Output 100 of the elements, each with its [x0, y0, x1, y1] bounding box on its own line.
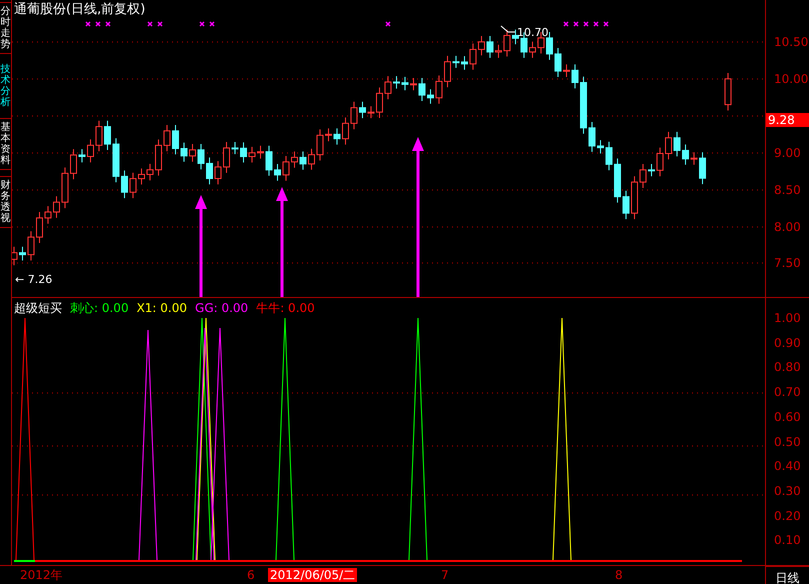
- axis-label: 0.50: [774, 436, 801, 448]
- candle: [282, 155, 290, 182]
- candle: [495, 44, 502, 58]
- candle: [325, 128, 332, 142]
- candle: [597, 140, 604, 154]
- candle: [690, 152, 698, 166]
- candle: [350, 101, 358, 130]
- axis-label: 8.50: [774, 184, 801, 196]
- candle: [44, 206, 52, 224]
- candle: [512, 29, 519, 45]
- candle: [257, 145, 264, 160]
- candle: [724, 72, 732, 112]
- candle: [631, 176, 638, 220]
- sidebar-tab[interactable]: 分时走势: [0, 2, 11, 54]
- period-label: 日线: [765, 565, 809, 584]
- axis-label: 10.00: [774, 73, 808, 85]
- candle: [529, 41, 536, 58]
- candle: [606, 141, 612, 171]
- candle: [436, 75, 442, 104]
- candle: [418, 77, 426, 102]
- candle: [300, 151, 306, 170]
- axis-label: 0.30: [774, 484, 801, 497]
- candle: [368, 106, 374, 119]
- candle: [266, 145, 272, 176]
- candle: [78, 148, 86, 163]
- candle: [640, 163, 646, 188]
- current-price-tag: 9.28: [766, 113, 809, 127]
- axis-label: 1.00: [774, 312, 801, 324]
- candle: [180, 142, 188, 162]
- candle: [155, 138, 162, 176]
- axis-label: 10.50: [774, 36, 808, 48]
- candle: [444, 55, 451, 88]
- candle: [478, 35, 485, 56]
- candle: [28, 230, 34, 262]
- axis-label: 0.10: [774, 534, 801, 546]
- arrow-icon: [276, 187, 288, 297]
- candle: [70, 148, 77, 180]
- indicator-value: 牛牛: 0.00: [256, 302, 315, 314]
- candle: [402, 76, 408, 91]
- leader-line: [500, 26, 516, 32]
- candle: [130, 172, 136, 199]
- candle: [189, 143, 196, 162]
- sidebar-tab[interactable]: 财务透视: [0, 176, 11, 228]
- candle: [452, 55, 460, 68]
- axis-label: 0.60: [774, 410, 801, 423]
- candle: [588, 121, 596, 152]
- candle: [376, 86, 383, 118]
- candle: [121, 170, 128, 199]
- candle: [546, 32, 553, 60]
- candle: [146, 163, 154, 181]
- candle: [12, 246, 18, 266]
- candle: [248, 146, 256, 163]
- date-label: 6: [247, 569, 255, 581]
- candle: [206, 157, 213, 185]
- cursor-date-tag: 2012/06/05/二: [268, 568, 358, 582]
- axis-label: 9.00: [774, 147, 801, 159]
- high-price-label: 10.70: [517, 27, 548, 38]
- candle: [486, 35, 494, 58]
- candle: [656, 147, 664, 177]
- candle: [427, 88, 434, 104]
- candle: [19, 246, 26, 262]
- candle: [308, 148, 315, 170]
- date-label: 2012年: [20, 569, 63, 581]
- candle: [674, 131, 680, 157]
- candle: [334, 128, 340, 146]
- date-label: 7: [441, 569, 449, 581]
- candle: [214, 160, 222, 185]
- candle: [359, 101, 366, 119]
- candle: [240, 142, 247, 163]
- chart-title: 通葡股份(日线,前复权): [14, 3, 146, 16]
- candle: [223, 142, 230, 174]
- candle: [232, 142, 238, 155]
- candle: [112, 138, 120, 183]
- candle: [648, 163, 655, 177]
- candle: [699, 152, 706, 185]
- sidebar-tab[interactable]: 基本资料: [0, 118, 11, 170]
- candle: [470, 43, 476, 70]
- candle: [342, 116, 349, 146]
- candle: [36, 212, 43, 244]
- candle: [104, 120, 111, 150]
- candle: [665, 131, 672, 160]
- axis-label: 0.80: [774, 361, 801, 374]
- candle: [622, 190, 630, 220]
- axis-label: 0.70: [774, 386, 801, 398]
- candle: [554, 48, 562, 78]
- axis-label: 0.90: [774, 336, 801, 349]
- candle: [580, 76, 587, 134]
- arrow-icon: [195, 195, 207, 297]
- candle: [461, 56, 468, 70]
- low-price-label: ← 7.26: [15, 274, 52, 285]
- candle: [164, 124, 170, 152]
- candle: [682, 144, 689, 166]
- candle: [96, 120, 102, 152]
- candle: [291, 151, 298, 168]
- candle: [563, 64, 570, 78]
- candle: [410, 77, 417, 91]
- axis-label: 8.00: [774, 221, 801, 233]
- axis-label: 0.20: [774, 510, 801, 522]
- candle: [504, 29, 510, 58]
- candle: [316, 128, 324, 162]
